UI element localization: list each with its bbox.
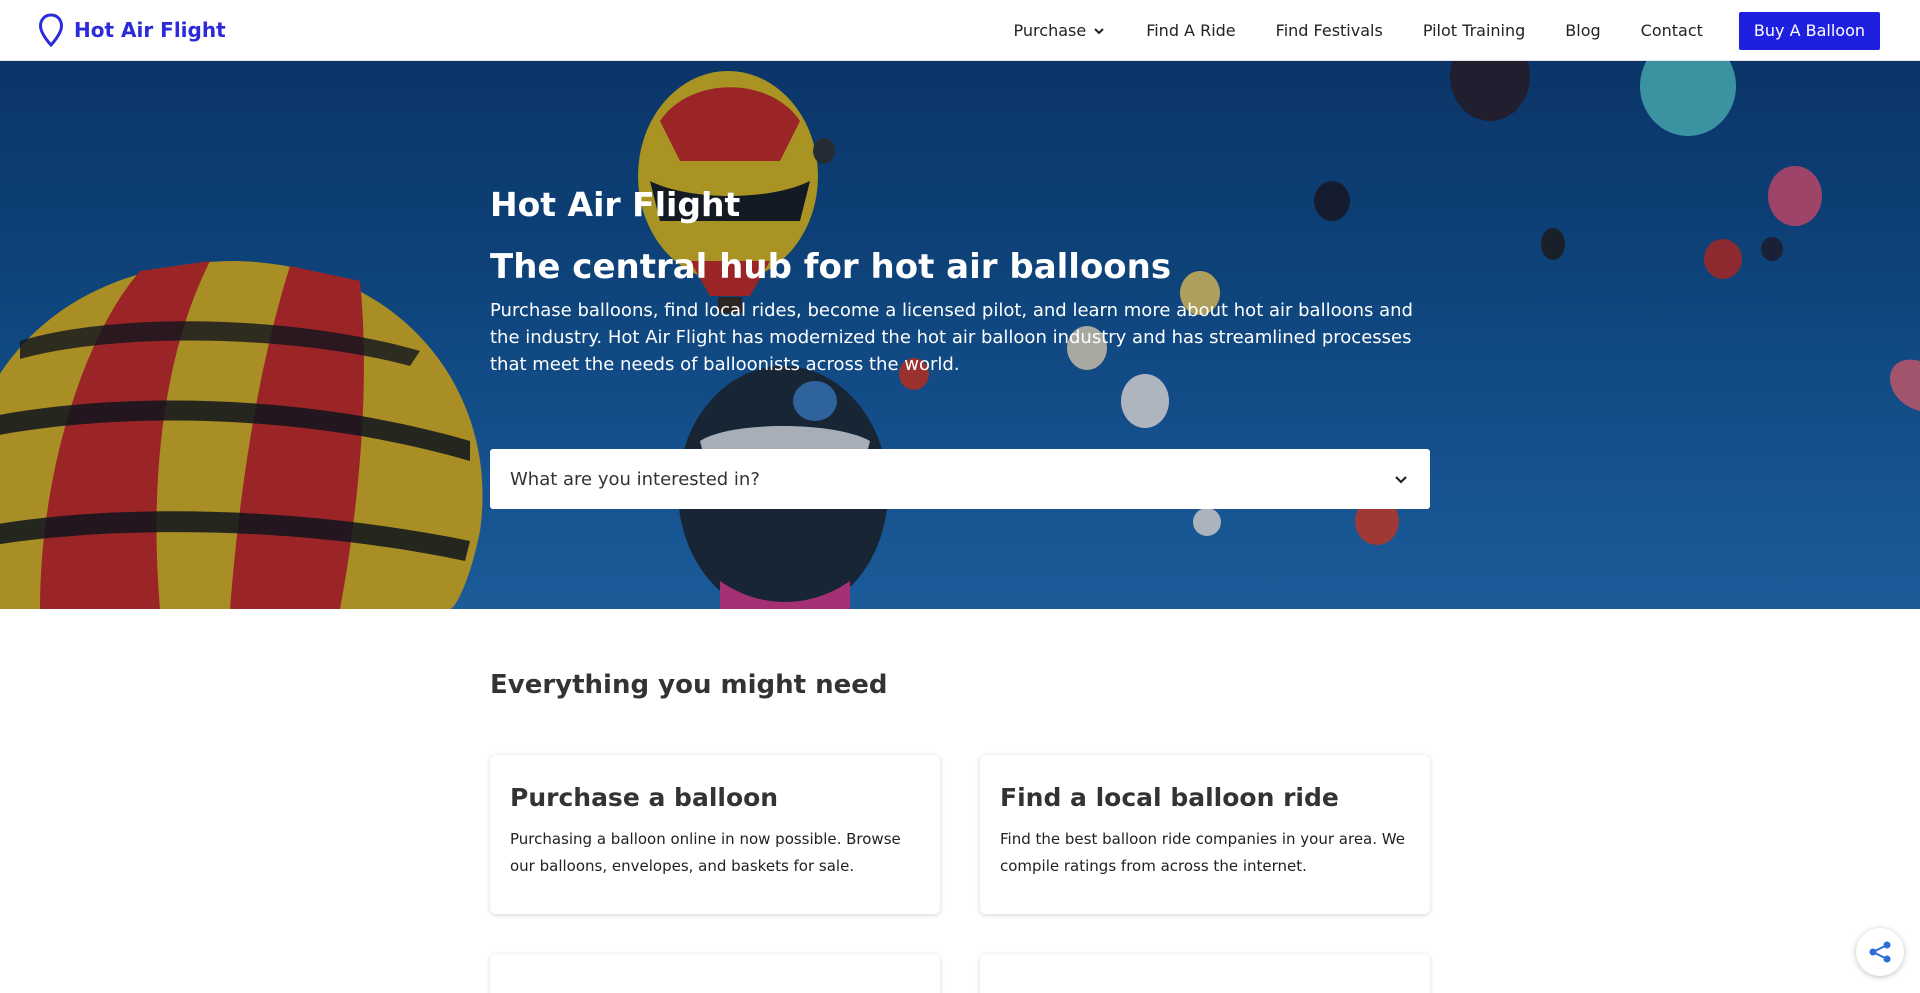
feature-card-purchase[interactable]: Purchase a balloon Purchasing a balloon … [490,755,940,914]
nav-item-blog[interactable]: Blog [1565,21,1600,40]
hero-description: Purchase balloons, find local rides, bec… [490,300,1413,375]
chevron-down-icon [1395,476,1407,484]
buy-balloon-button[interactable]: Buy A Balloon [1738,11,1880,50]
card-description: Find the best balloon ride companies in … [1000,830,1405,875]
hero-subtitle: The central hub for hot air balloons [490,247,1172,287]
top-navbar: Hot Air Flight Purchase Find A Ride Find… [0,0,1920,61]
nav-item-label: Purchase [1013,21,1087,40]
card-title: Purchase a balloon [510,783,779,812]
map-pin-icon [38,13,64,47]
hero-title: Hot Air Flight [490,185,741,224]
main-nav: Purchase Find A Ride Find Festivals Pilo… [1014,0,1880,61]
share-button[interactable] [1856,928,1904,976]
card-title: Find a local balloon ride [1000,783,1339,812]
nav-item-contact[interactable]: Contact [1641,21,1703,40]
nav-item-find-festivals[interactable]: Find Festivals [1276,21,1383,40]
chevron-down-icon [1094,27,1104,34]
share-icon [1869,941,1891,963]
card-description: Purchasing a balloon online in now possi… [510,830,901,875]
feature-card-find-ride[interactable]: Find a local balloon ride Find the best … [980,755,1430,914]
nav-item-find-a-ride[interactable]: Find A Ride [1146,21,1235,40]
interest-select-placeholder: What are you interested in? [510,468,760,490]
brand-name: Hot Air Flight [74,18,226,42]
feature-card-partial-right[interactable] [980,954,1430,993]
hero-section: Hot Air Flight The central hub for hot a… [0,61,1920,609]
nav-item-purchase[interactable]: Purchase [1014,21,1107,40]
nav-item-pilot-training[interactable]: Pilot Training [1423,21,1525,40]
interest-select[interactable]: What are you interested in? [490,449,1430,509]
feature-card-partial-left[interactable] [490,954,940,993]
brand-logo-link[interactable]: Hot Air Flight [38,13,226,47]
features-title: Everything you might need [490,670,888,700]
